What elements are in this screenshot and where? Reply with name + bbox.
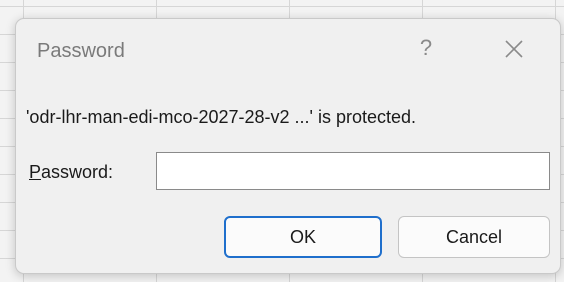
close-icon [505,40,523,58]
dialog-title: Password [37,40,125,62]
password-dialog: Password ? 'odr-lhr-man-edi-mco-2027-28-… [15,18,561,274]
password-label: Password: [29,162,113,183]
close-button[interactable] [498,33,530,65]
password-label-text: assword: [41,162,114,182]
password-label-mnemonic: P [29,162,42,182]
ok-button[interactable]: OK [224,216,382,258]
cancel-button[interactable]: Cancel [398,216,550,258]
protected-message: 'odr-lhr-man-edi-mco-2027-28-v2 ...' is … [26,107,417,127]
help-button[interactable]: ? [413,32,439,64]
password-input[interactable] [156,152,550,190]
